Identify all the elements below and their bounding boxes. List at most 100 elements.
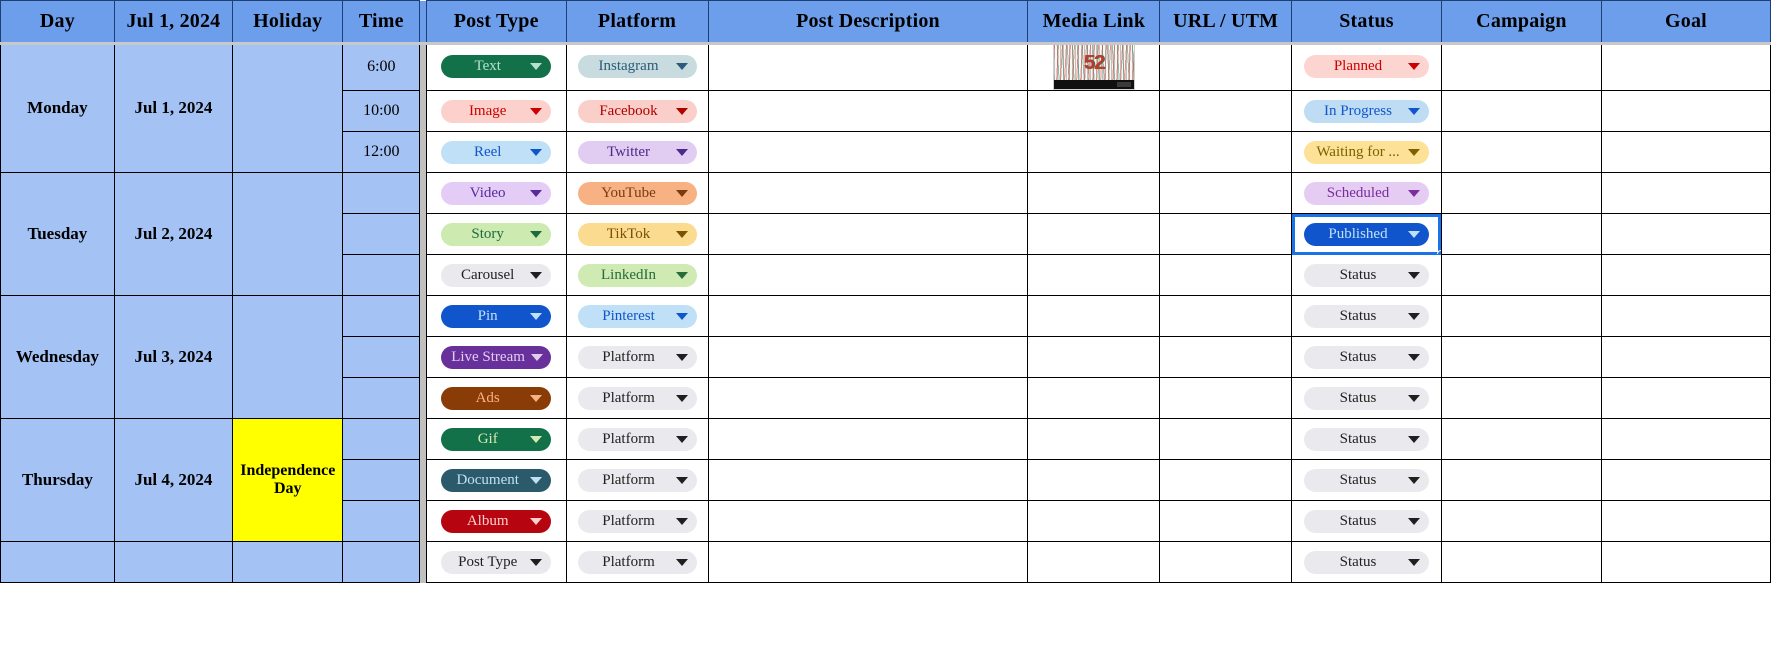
column-header-goal[interactable]: Goal (1601, 1, 1770, 43)
post-type-dropdown[interactable]: Album (441, 510, 551, 533)
media-link-cell[interactable] (1028, 255, 1160, 296)
platform-cell[interactable]: YouTube (566, 173, 708, 214)
platform-dropdown[interactable]: Platform (578, 346, 697, 369)
post-description-cell[interactable] (708, 91, 1028, 132)
media-link-cell[interactable] (1028, 378, 1160, 419)
chevron-down-icon[interactable] (530, 518, 542, 525)
platform-dropdown[interactable]: Platform (578, 428, 697, 451)
post-type-cell[interactable]: Post Type (426, 542, 566, 583)
url-utm-cell[interactable] (1160, 255, 1292, 296)
goal-cell[interactable] (1601, 501, 1770, 542)
chevron-down-icon[interactable] (530, 559, 542, 566)
post-type-dropdown[interactable]: Live Stream (441, 346, 551, 369)
column-header-time[interactable]: Time (343, 1, 420, 43)
campaign-cell[interactable] (1441, 419, 1601, 460)
chevron-down-icon[interactable] (676, 272, 688, 279)
status-dropdown[interactable]: Status (1304, 510, 1429, 533)
platform-dropdown[interactable]: Platform (578, 510, 697, 533)
chevron-down-icon[interactable] (530, 63, 542, 70)
url-utm-cell[interactable] (1160, 173, 1292, 214)
platform-cell[interactable]: Platform (566, 460, 708, 501)
holiday-cell[interactable] (233, 43, 343, 173)
platform-cell[interactable]: Platform (566, 542, 708, 583)
column-header-holiday[interactable]: Holiday (233, 1, 343, 43)
date-cell[interactable]: Jul 1, 2024 (114, 43, 232, 173)
campaign-cell[interactable] (1441, 337, 1601, 378)
post-type-cell[interactable]: Document (426, 460, 566, 501)
media-link-cell[interactable] (1028, 419, 1160, 460)
post-description-cell[interactable] (708, 132, 1028, 173)
platform-cell[interactable]: TikTok (566, 214, 708, 255)
media-link-cell[interactable] (1028, 337, 1160, 378)
status-dropdown[interactable]: Status (1304, 551, 1429, 574)
campaign-cell[interactable] (1441, 542, 1601, 583)
post-description-cell[interactable] (708, 378, 1028, 419)
status-dropdown[interactable]: Status (1304, 346, 1429, 369)
chevron-down-icon[interactable] (1408, 436, 1420, 443)
time-cell[interactable] (343, 419, 420, 460)
status-cell[interactable]: Status (1292, 501, 1442, 542)
post-description-cell[interactable] (708, 542, 1028, 583)
url-utm-cell[interactable] (1160, 419, 1292, 460)
chevron-down-icon[interactable] (1408, 313, 1420, 320)
status-cell[interactable]: Scheduled (1292, 173, 1442, 214)
media-link-cell[interactable] (1028, 214, 1160, 255)
status-dropdown[interactable]: In Progress (1304, 100, 1429, 123)
column-header-media-link[interactable]: Media Link (1028, 1, 1160, 43)
url-utm-cell[interactable] (1160, 460, 1292, 501)
url-utm-cell[interactable] (1160, 501, 1292, 542)
selection-fill-handle[interactable] (1437, 250, 1442, 255)
chevron-down-icon[interactable] (1408, 231, 1420, 238)
post-type-dropdown[interactable]: Carousel (441, 264, 551, 287)
post-description-cell[interactable] (708, 214, 1028, 255)
chevron-down-icon[interactable] (676, 354, 688, 361)
chevron-down-icon[interactable] (676, 108, 688, 115)
post-type-cell[interactable]: Live Stream (426, 337, 566, 378)
post-type-cell[interactable]: Reel (426, 132, 566, 173)
media-thumbnail[interactable]: 52 (1053, 43, 1135, 90)
holiday-cell[interactable] (233, 173, 343, 296)
platform-cell[interactable]: Platform (566, 378, 708, 419)
platform-cell[interactable]: Platform (566, 501, 708, 542)
status-dropdown[interactable]: Planned (1304, 55, 1429, 78)
day-cell[interactable]: Tuesday (1, 173, 115, 296)
holiday-cell[interactable] (233, 296, 343, 419)
chevron-down-icon[interactable] (530, 149, 542, 156)
platform-cell[interactable]: LinkedIn (566, 255, 708, 296)
column-header-url-utm[interactable]: URL / UTM (1160, 1, 1292, 43)
date-cell[interactable]: Jul 4, 2024 (114, 419, 232, 542)
chevron-down-icon[interactable] (1408, 149, 1420, 156)
chevron-down-icon[interactable] (676, 518, 688, 525)
post-type-cell[interactable]: Gif (426, 419, 566, 460)
goal-cell[interactable] (1601, 43, 1770, 91)
chevron-down-icon[interactable] (530, 231, 542, 238)
date-cell[interactable]: Jul 3, 2024 (114, 296, 232, 419)
day-cell[interactable]: Monday (1, 43, 115, 173)
goal-cell[interactable] (1601, 255, 1770, 296)
platform-dropdown[interactable]: Instagram (578, 55, 697, 78)
platform-dropdown[interactable]: Facebook (578, 100, 697, 123)
campaign-cell[interactable] (1441, 460, 1601, 501)
status-cell[interactable]: Planned (1292, 43, 1442, 91)
goal-cell[interactable] (1601, 173, 1770, 214)
post-type-cell[interactable]: Image (426, 91, 566, 132)
chevron-down-icon[interactable] (676, 231, 688, 238)
time-cell[interactable]: 6:00 (343, 43, 420, 91)
post-type-cell[interactable]: Ads (426, 378, 566, 419)
chevron-down-icon[interactable] (530, 190, 542, 197)
media-link-cell[interactable]: 52 (1028, 43, 1160, 91)
media-link-cell[interactable] (1028, 542, 1160, 583)
post-type-dropdown[interactable]: Image (441, 100, 551, 123)
post-type-cell[interactable]: Text (426, 43, 566, 91)
status-cell[interactable]: Status (1292, 378, 1442, 419)
post-type-dropdown[interactable]: Reel (441, 141, 551, 164)
status-cell[interactable]: Status (1292, 296, 1442, 337)
chevron-down-icon[interactable] (1408, 272, 1420, 279)
chevron-down-icon[interactable] (1408, 63, 1420, 70)
column-header-day[interactable]: Day (1, 1, 115, 43)
status-cell[interactable]: Status (1292, 542, 1442, 583)
status-cell[interactable]: Status (1292, 255, 1442, 296)
platform-dropdown[interactable]: Platform (578, 551, 697, 574)
chevron-down-icon[interactable] (1408, 395, 1420, 402)
chevron-down-icon[interactable] (530, 395, 542, 402)
